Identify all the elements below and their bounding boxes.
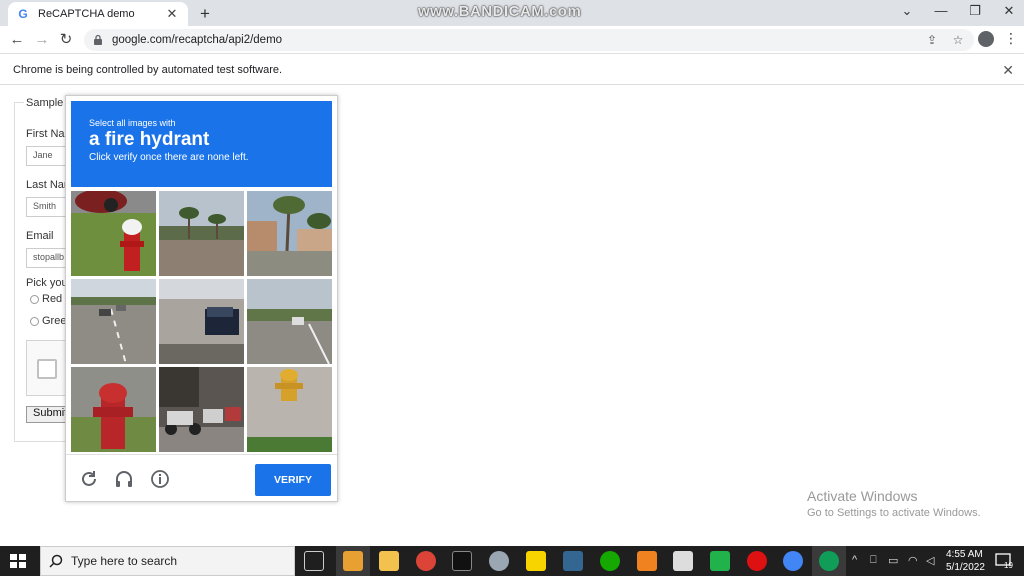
browser-tab[interactable]: G ReCAPTCHA demo ✕ bbox=[8, 2, 188, 26]
file-explorer-icon[interactable] bbox=[379, 551, 399, 571]
tile-street-palms[interactable] bbox=[159, 191, 244, 276]
chrome-app-icon-2[interactable] bbox=[783, 551, 803, 571]
url-text: google.com/recaptcha/api2/demo bbox=[112, 34, 283, 46]
challenge-footer: VERIFY bbox=[66, 454, 337, 501]
verify-button[interactable]: VERIFY bbox=[255, 464, 331, 496]
address-bar[interactable]: google.com/recaptcha/api2/demo ⇪ ☆ bbox=[84, 29, 974, 51]
tile-road-trees[interactable] bbox=[247, 279, 332, 364]
radio-red-label: Red bbox=[42, 293, 63, 305]
app-icon-d[interactable] bbox=[710, 551, 730, 571]
automation-infobar: Chrome is being controlled by automated … bbox=[0, 55, 1024, 85]
info-icon[interactable] bbox=[150, 469, 170, 489]
windows-taskbar: Type here to search ^ ⎕ ▭ ◠ ◁ 4:55 AM 5/… bbox=[0, 546, 1024, 576]
bookmark-star-icon[interactable]: ☆ bbox=[950, 33, 966, 47]
terminal-app-icon[interactable] bbox=[452, 551, 472, 571]
search-icon bbox=[49, 554, 63, 568]
recaptcha-challenge-popup: Select all images with a fire hydrant Cl… bbox=[65, 95, 338, 502]
tray-chevron-icon[interactable]: ^ bbox=[852, 554, 857, 566]
restore-button[interactable]: ❐ bbox=[960, 3, 990, 19]
audio-challenge-icon[interactable] bbox=[114, 469, 134, 489]
new-tab-button[interactable]: + bbox=[196, 4, 214, 24]
activate-windows-subtitle: Go to Settings to activate Windows. bbox=[807, 507, 981, 519]
google-favicon-icon: G bbox=[18, 7, 28, 21]
tile-hydrant-grass[interactable] bbox=[71, 191, 156, 276]
back-button[interactable]: ← bbox=[8, 31, 26, 49]
radio-green-label: Gree bbox=[42, 315, 67, 327]
menu-kebab-icon[interactable]: ⋮ bbox=[1004, 30, 1018, 47]
last-name-label: Last Nar bbox=[26, 179, 68, 191]
tray-battery-icon[interactable]: ▭ bbox=[888, 554, 898, 567]
clock-date[interactable]: 5/1/2022 bbox=[946, 562, 985, 573]
radio-green[interactable] bbox=[30, 317, 39, 326]
upwork-icon[interactable] bbox=[600, 551, 620, 571]
sublime-app-icon[interactable] bbox=[343, 551, 363, 571]
tab-title: ReCAPTCHA demo bbox=[38, 8, 135, 20]
minimize-button[interactable]: — bbox=[926, 3, 956, 18]
chrome-app-icon[interactable] bbox=[416, 551, 436, 571]
tab-close-icon[interactable]: ✕ bbox=[164, 6, 180, 22]
tray-network-icon[interactable]: ⎕ bbox=[870, 554, 877, 567]
challenge-hint: Click verify once there are none left. bbox=[89, 152, 249, 163]
xampp-icon[interactable] bbox=[637, 551, 657, 571]
pick-color-label: Pick you bbox=[26, 277, 68, 289]
sticky-notes-icon[interactable] bbox=[526, 551, 546, 571]
close-window-button[interactable]: ✕ bbox=[994, 3, 1024, 19]
radio-red[interactable] bbox=[30, 295, 39, 304]
profile-avatar-icon[interactable] bbox=[978, 31, 994, 47]
tile-building-palms[interactable] bbox=[247, 191, 332, 276]
first-name-label: First Nar bbox=[26, 128, 69, 140]
lock-icon bbox=[94, 34, 102, 45]
notification-count: 19 bbox=[1004, 561, 1013, 569]
windows-start-icon[interactable] bbox=[10, 554, 26, 568]
forward-button[interactable]: → bbox=[33, 31, 51, 49]
tray-wifi-icon[interactable]: ◠ bbox=[908, 554, 918, 567]
recording-watermark: www.BANDICAM.com bbox=[418, 3, 582, 20]
taskbar-search-text: Type here to search bbox=[71, 554, 178, 568]
tile-scooters[interactable] bbox=[159, 367, 244, 452]
browser-titlebar: G ReCAPTCHA demo ✕ + www.BANDICAM.com ⌄ … bbox=[0, 0, 1024, 26]
tile-hydrant-gravel[interactable] bbox=[247, 367, 332, 452]
clock-time[interactable]: 4:55 AM bbox=[946, 549, 983, 560]
chrome-app-icon-3[interactable] bbox=[819, 551, 839, 571]
infobar-text: Chrome is being controlled by automated … bbox=[13, 63, 283, 76]
recaptcha-checkbox[interactable] bbox=[37, 359, 57, 379]
form-legend: Sample bbox=[24, 97, 66, 109]
tile-road-cars[interactable] bbox=[71, 279, 156, 364]
activate-windows-title: Activate Windows bbox=[807, 488, 918, 504]
tile-parking-car[interactable] bbox=[159, 279, 244, 364]
tray-volume-icon[interactable]: ◁ bbox=[926, 554, 934, 567]
image-grid bbox=[71, 191, 332, 452]
postgres-icon[interactable] bbox=[563, 551, 583, 571]
infobar-close-icon[interactable]: ✕ bbox=[1002, 62, 1014, 79]
reload-button[interactable]: ↻ bbox=[57, 31, 75, 49]
browser-toolbar: ← → ↻ google.com/recaptcha/api2/demo ⇪ ☆ bbox=[0, 26, 1024, 54]
tab-search-icon[interactable]: ⌄ bbox=[892, 3, 922, 19]
task-view-icon[interactable] bbox=[304, 551, 324, 571]
email-label: Email bbox=[26, 230, 54, 242]
challenge-header: Select all images with a fire hydrant Cl… bbox=[71, 101, 332, 187]
share-icon[interactable]: ⇪ bbox=[924, 33, 940, 47]
challenge-target: a fire hydrant bbox=[89, 129, 210, 150]
taskbar-search[interactable]: Type here to search bbox=[40, 546, 295, 576]
record-app-icon[interactable] bbox=[747, 551, 767, 571]
document-app-icon[interactable] bbox=[673, 551, 693, 571]
reload-challenge-icon[interactable] bbox=[79, 469, 99, 489]
tile-hydrant-blurred[interactable] bbox=[71, 367, 156, 452]
app-icon-5[interactable] bbox=[489, 551, 509, 571]
notification-icon[interactable]: 19 bbox=[995, 553, 1013, 569]
challenge-instruction: Select all images with bbox=[89, 118, 176, 128]
